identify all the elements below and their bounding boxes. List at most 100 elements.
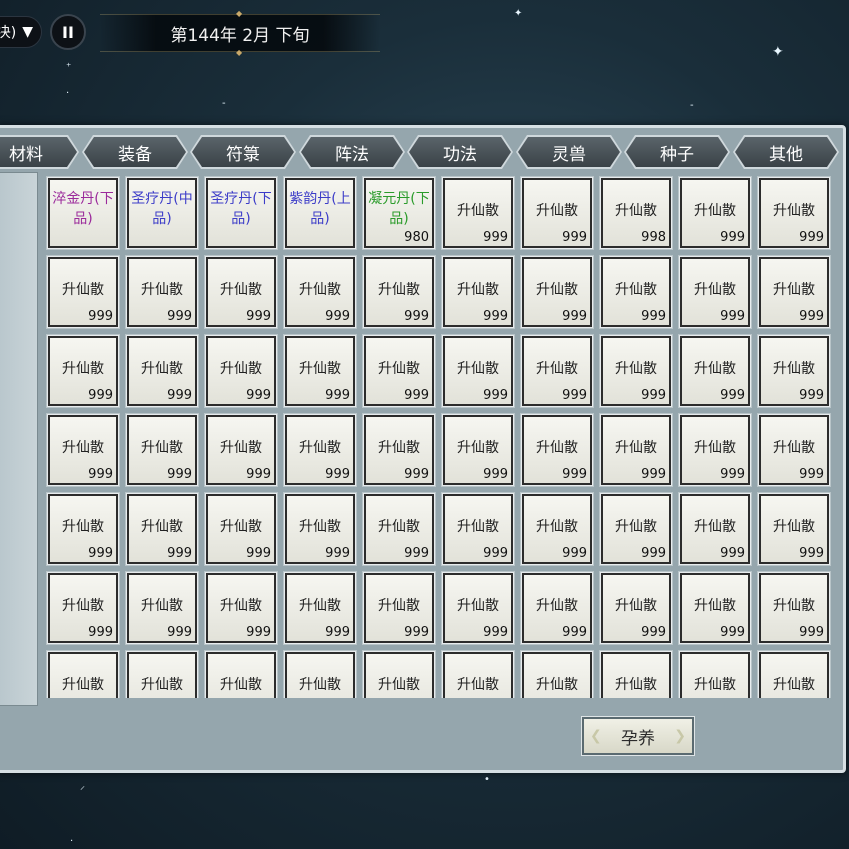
pause-button[interactable]: II — [50, 14, 86, 50]
item-slot[interactable]: 升仙散 998 — [600, 177, 672, 249]
item-count: 999 — [799, 467, 824, 482]
item-count: 999 — [799, 230, 824, 245]
item-slot[interactable]: 升仙散 999 — [284, 256, 356, 328]
item-name: 升仙散 — [378, 440, 420, 456]
tab-4[interactable]: 功法 — [409, 137, 511, 167]
item-slot[interactable]: 升仙散 999 — [521, 572, 593, 644]
item-slot[interactable]: 升仙散 999 — [600, 414, 672, 486]
item-slot[interactable]: 升仙散 999 — [679, 256, 751, 328]
item-slot[interactable]: 升仙散 999 — [363, 493, 435, 565]
item-slot[interactable]: 升仙散 999 — [521, 414, 593, 486]
item-slot[interactable]: 升仙散 999 — [284, 335, 356, 407]
item-slot[interactable]: 升仙散 999 — [442, 572, 514, 644]
item-name: 升仙散 — [299, 440, 341, 456]
item-slot[interactable]: 升仙散 999 — [205, 414, 277, 486]
item-slot[interactable]: 升仙散 — [600, 651, 672, 698]
item-name: 升仙散 — [220, 282, 262, 298]
item-slot[interactable]: 升仙散 999 — [284, 572, 356, 644]
item-slot[interactable]: 升仙散 999 — [758, 414, 830, 486]
item-slot[interactable]: 升仙散 999 — [205, 493, 277, 565]
tab-5[interactable]: 灵兽 — [518, 137, 620, 167]
item-slot[interactable]: 升仙散 999 — [126, 335, 198, 407]
item-slot[interactable]: 升仙散 999 — [126, 493, 198, 565]
item-slot[interactable]: 升仙散 999 — [47, 572, 119, 644]
item-slot[interactable]: 升仙散 999 — [600, 572, 672, 644]
tab-1[interactable]: 装备 — [84, 137, 186, 167]
item-slot[interactable]: 升仙散 999 — [521, 335, 593, 407]
item-slot[interactable]: 升仙散 999 — [47, 256, 119, 328]
item-slot[interactable]: 升仙散 999 — [205, 572, 277, 644]
item-slot[interactable]: 圣疗丹(中品) — [126, 177, 198, 249]
item-slot[interactable]: 升仙散 999 — [521, 493, 593, 565]
item-name: 升仙散 — [378, 519, 420, 535]
item-slot[interactable]: 升仙散 — [205, 651, 277, 698]
item-slot[interactable]: 升仙散 999 — [758, 335, 830, 407]
item-slot[interactable]: 升仙散 999 — [442, 493, 514, 565]
item-slot[interactable]: 升仙散 999 — [284, 414, 356, 486]
item-slot[interactable]: 升仙散 999 — [600, 256, 672, 328]
item-slot[interactable]: 升仙散 999 — [442, 256, 514, 328]
item-count: 999 — [88, 388, 113, 403]
item-slot[interactable]: 升仙散 999 — [126, 256, 198, 328]
game-speed-dropdown[interactable]: 决) ▼ — [0, 16, 42, 48]
item-slot[interactable]: 升仙散 999 — [758, 256, 830, 328]
item-count: 999 — [562, 388, 587, 403]
item-slot[interactable]: 升仙散 — [758, 651, 830, 698]
item-slot[interactable]: 升仙散 999 — [442, 414, 514, 486]
item-slot[interactable]: 升仙散 999 — [600, 493, 672, 565]
tab-3[interactable]: 阵法 — [301, 137, 403, 167]
item-slot[interactable]: 升仙散 999 — [442, 335, 514, 407]
item-slot[interactable]: 升仙散 — [284, 651, 356, 698]
item-slot[interactable]: 升仙散 999 — [679, 572, 751, 644]
item-slot[interactable]: 升仙散 999 — [363, 335, 435, 407]
item-name: 升仙散 — [615, 282, 657, 298]
item-slot[interactable]: 升仙散 999 — [679, 177, 751, 249]
item-slot[interactable]: 升仙散 999 — [679, 414, 751, 486]
tab-6[interactable]: 种子 — [626, 137, 728, 167]
item-slot[interactable]: 凝元丹(下品) 980 — [363, 177, 435, 249]
item-slot[interactable]: 升仙散 999 — [600, 335, 672, 407]
item-slot[interactable]: 升仙散 999 — [679, 493, 751, 565]
item-count: 999 — [483, 467, 508, 482]
item-count: 999 — [562, 625, 587, 640]
item-name: 升仙散 — [694, 282, 736, 298]
item-slot[interactable]: 升仙散 — [126, 651, 198, 698]
item-slot[interactable]: 升仙散 999 — [758, 493, 830, 565]
item-count: 998 — [641, 230, 666, 245]
item-name: 升仙散 — [62, 677, 104, 693]
nurture-button[interactable]: ❮ 孕养 ❯ — [582, 717, 694, 755]
tab-0[interactable]: 材料 — [0, 137, 77, 167]
tab-7[interactable]: 其他 — [735, 137, 837, 167]
item-count: 999 — [641, 309, 666, 324]
sparkle-decoration: · — [70, 836, 74, 847]
tab-2[interactable]: 符箓 — [192, 137, 294, 167]
item-slot[interactable]: 升仙散 — [363, 651, 435, 698]
item-slot[interactable]: 升仙散 999 — [47, 414, 119, 486]
item-slot[interactable]: 升仙散 999 — [521, 177, 593, 249]
item-slot[interactable]: 升仙散 999 — [126, 414, 198, 486]
item-slot[interactable]: 紫韵丹(上品) — [284, 177, 356, 249]
item-slot[interactable]: 淬金丹(下品) — [47, 177, 119, 249]
item-slot[interactable]: 升仙散 999 — [758, 572, 830, 644]
item-slot[interactable]: 升仙散 999 — [47, 493, 119, 565]
item-slot[interactable]: 升仙散 999 — [126, 572, 198, 644]
item-slot[interactable]: 升仙散 — [521, 651, 593, 698]
item-slot[interactable]: 升仙散 999 — [521, 256, 593, 328]
item-slot[interactable]: 升仙散 — [442, 651, 514, 698]
item-slot[interactable]: 升仙散 999 — [47, 335, 119, 407]
item-slot[interactable]: 升仙散 999 — [205, 256, 277, 328]
item-slot[interactable]: 升仙散 999 — [205, 335, 277, 407]
item-slot[interactable]: 升仙散 999 — [679, 335, 751, 407]
item-slot[interactable]: 升仙散 — [679, 651, 751, 698]
button-ornament-icon: ❯ — [674, 728, 686, 744]
item-slot[interactable]: 升仙散 999 — [284, 493, 356, 565]
sparkle-decoration: ⁺ — [66, 62, 72, 73]
item-slot[interactable]: 升仙散 — [47, 651, 119, 698]
item-slot[interactable]: 升仙散 999 — [363, 414, 435, 486]
item-slot[interactable]: 圣疗丹(下品) — [205, 177, 277, 249]
item-slot[interactable]: 升仙散 999 — [442, 177, 514, 249]
item-slot[interactable]: 升仙散 999 — [363, 256, 435, 328]
item-slot[interactable]: 升仙散 999 — [758, 177, 830, 249]
item-slot[interactable]: 升仙散 999 — [363, 572, 435, 644]
sparkle-decoration: ‐ — [222, 98, 226, 109]
